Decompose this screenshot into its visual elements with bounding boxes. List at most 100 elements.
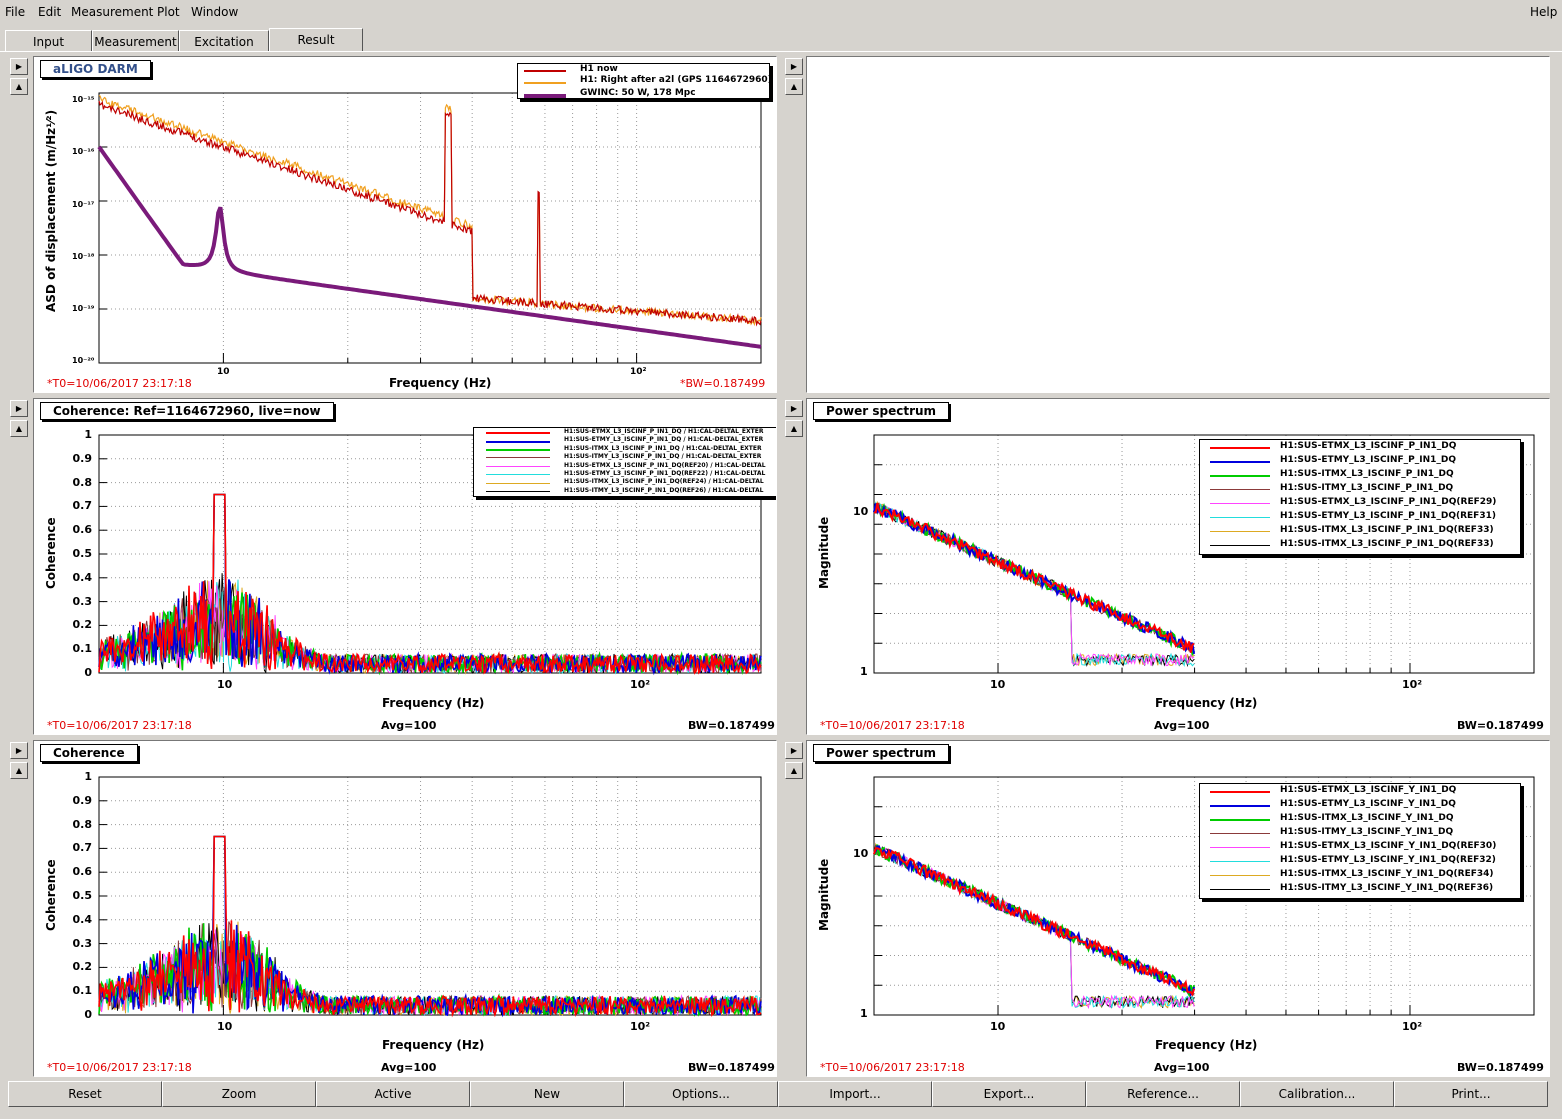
power-spectrum-yaw-panel[interactable]: Power spectrum H1:SUS-ETMX_L3_ISCINF_Y_I…: [806, 740, 1550, 1077]
legend-entry: H1:SUS-ETMY_L3_ISCINF_Y_IN1_DQ(REF32): [1280, 855, 1496, 865]
calibration-button[interactable]: Calibration...: [1240, 1081, 1394, 1107]
legend-entry: H1:SUS-ITMX_L3_ISCINF_P_IN1_DQ: [1280, 469, 1454, 479]
menu-plot[interactable]: Plot: [157, 5, 180, 19]
avg-label: Avg=100: [1154, 719, 1210, 732]
zoom-button[interactable]: Zoom: [162, 1081, 316, 1107]
legend-entry: H1:SUS-ETMY_L3_ISCINF_P_IN1_DQ(REF22) / …: [564, 469, 766, 477]
legend-entry: H1:SUS-ETMX_L3_ISCINF_P_IN1_DQ(REF20) / …: [564, 461, 766, 469]
pad-scroll-right-button[interactable]: ▶: [785, 400, 803, 417]
y-axis-label: ASD of displacement (m/Hz¹⁄²): [44, 109, 58, 312]
legend-entry: H1 now: [580, 64, 618, 74]
y-tick-label: 0.9: [72, 793, 93, 807]
legend-entry: H1:SUS-ITMX_L3_ISCINF_Y_IN1_DQ(REF34): [1280, 869, 1494, 879]
legend-entry: GWINC: 50 W, 178 Mpc: [580, 88, 696, 98]
x-axis-label: Frequency (Hz): [382, 1038, 485, 1052]
pad-scroll-up-button[interactable]: ▲: [785, 762, 803, 779]
menu-help[interactable]: Help: [1530, 5, 1557, 19]
plot-title: Power spectrum: [813, 402, 950, 420]
reset-button[interactable]: Reset: [8, 1081, 162, 1107]
y-tick-label: 0.3: [72, 936, 93, 950]
pad-scroll-right-button[interactable]: ▶: [785, 58, 803, 75]
pad-scroll-up-button[interactable]: ▲: [10, 420, 28, 437]
coherence-yaw-canvas: [98, 776, 762, 1018]
x-tick-label: 10: [990, 1020, 1006, 1033]
legend-entry: H1:SUS-ITMY_L3_ISCINF_Y_IN1_DQ: [1280, 827, 1454, 837]
empty-plot-panel[interactable]: [806, 56, 1550, 393]
legend-entry: H1: Right after a2l (GPS 1164672960): [580, 75, 770, 85]
bw-label: BW=0.187499: [1457, 719, 1544, 732]
reference-a2l-trace: [98, 94, 762, 327]
options-button[interactable]: Options...: [624, 1081, 778, 1107]
pad-scroll-right-button[interactable]: ▶: [10, 58, 28, 75]
x-axis-label: Frequency (Hz): [1155, 1038, 1258, 1052]
tab-excitation[interactable]: Excitation: [179, 30, 269, 52]
legend-entry: H1:SUS-ETMX_L3_ISCINF_P_IN1_DQ(REF29): [1280, 497, 1497, 507]
x-tick-label: 10: [217, 1020, 233, 1033]
pad-scroll-right-button[interactable]: ▶: [785, 742, 803, 759]
y-tick-label: 10⁻¹⁹: [72, 304, 95, 313]
y-tick-label: 1: [860, 1007, 868, 1020]
tab-result[interactable]: Result: [269, 28, 363, 52]
y-tick-label: 10⁻¹⁸: [72, 252, 95, 261]
coherence-pitch-panel[interactable]: Coherence: Ref=1164672960, live=now H1:S…: [33, 398, 777, 735]
legend-entry: H1:SUS-ETMX_L3_ISCINF_Y_IN1_DQ(REF30): [1280, 841, 1497, 851]
pad-scroll-right-button[interactable]: ▶: [10, 400, 28, 417]
menu-edit[interactable]: Edit: [38, 5, 61, 19]
y-tick-label: 0.6: [72, 523, 93, 537]
legend-entry: H1:SUS-ITMY_L3_ISCINF_P_IN1_DQ: [1280, 483, 1454, 493]
legend-entry: H1:SUS-ITMX_L3_ISCINF_P_IN1_DQ(REF24) / …: [564, 478, 764, 486]
x-tick-label: 10²: [630, 367, 647, 377]
bw-label: BW=0.187499: [688, 719, 775, 732]
new-button[interactable]: New: [470, 1081, 624, 1107]
y-tick-label: 0.4: [72, 912, 93, 926]
power-spectrum-pitch-legend: H1:SUS-ETMX_L3_ISCINF_P_IN1_DQ H1:SUS-ET…: [1199, 439, 1521, 555]
t0-label: *T0=10/06/2017 23:17:18: [820, 719, 965, 732]
bottom-toolbar: Reset Zoom Active New Options... Import.…: [0, 1081, 1562, 1108]
tab-measurement[interactable]: Measurement: [92, 30, 179, 52]
active-button[interactable]: Active: [316, 1081, 470, 1107]
y-tick-label: 0.4: [72, 570, 93, 584]
y-tick-label: 10⁻¹⁷: [72, 200, 95, 209]
y-tick-label: 1: [84, 428, 92, 441]
legend-entry: H1:SUS-ETMX_L3_ISCINF_P_IN1_DQ: [1280, 441, 1457, 451]
y-tick-label: 0.7: [72, 499, 93, 513]
t0-label: *T0=10/06/2017 23:17:18: [47, 377, 192, 390]
legend-entry: H1:SUS-ETMX_L3_ISCINF_P_IN1_DQ / H1:CAL-…: [564, 428, 764, 435]
y-tick-label: 0.9: [72, 451, 93, 465]
power-spectrum-pitch-panel[interactable]: Power spectrum H1:SUS-ETMX_L3_ISCINF_P_I…: [806, 398, 1550, 735]
legend-entry: H1:SUS-ETMY_L3_ISCINF_P_IN1_DQ / H1:CAL-…: [564, 436, 764, 444]
coherence-yaw-panel[interactable]: Coherence Coherence Frequency (Hz) *T0=1…: [33, 740, 777, 1077]
legend-entry: H1:SUS-ITMX_L3_ISCINF_P_IN1_DQ(REF33): [1280, 539, 1494, 549]
y-tick-label: 10⁻¹⁵: [72, 95, 95, 104]
pad-scroll-up-button[interactable]: ▲: [10, 78, 28, 95]
menu-file[interactable]: File: [5, 5, 25, 19]
print-button[interactable]: Print...: [1394, 1081, 1548, 1107]
reference-button[interactable]: Reference...: [1086, 1081, 1240, 1107]
pad-scroll-up-button[interactable]: ▲: [785, 420, 803, 437]
y-tick-label: 0.5: [72, 889, 93, 902]
darm-plot-panel[interactable]: aLIGO DARM H1 now H1: Right after a2l (G…: [33, 56, 777, 393]
import-button[interactable]: Import...: [778, 1081, 932, 1107]
plot-title: Coherence: Ref=1164672960, live=now: [40, 402, 334, 420]
x-axis-label: Frequency (Hz): [1155, 696, 1258, 710]
menu-window[interactable]: Window: [191, 5, 238, 19]
legend-entry: H1:SUS-ITMX_L3_ISCINF_Y_IN1_DQ: [1280, 813, 1454, 823]
menu-measurement[interactable]: Measurement: [71, 5, 153, 19]
y-axis-label: Magnitude: [817, 516, 831, 589]
tab-input[interactable]: Input: [5, 30, 92, 52]
gwinc-trace: [97, 145, 762, 349]
pad-scroll-up-button[interactable]: ▲: [785, 78, 803, 95]
y-tick-label: 10⁻²⁰: [72, 356, 95, 365]
y-axis-label: Coherence: [44, 859, 58, 931]
pad-scroll-up-button[interactable]: ▲: [10, 762, 28, 779]
y-tick-label: 0.3: [72, 594, 93, 608]
y-tick-label: 0.7: [72, 841, 93, 855]
legend-entry: H1:SUS-ITMY_L3_ISCINF_P_IN1_DQ(REF26) / …: [564, 486, 764, 494]
x-tick-label: 10: [990, 678, 1006, 691]
x-tick-label: 10²: [1402, 678, 1423, 691]
y-tick-label: 1: [84, 770, 92, 783]
export-button[interactable]: Export...: [932, 1081, 1086, 1107]
menubar: File Edit Measurement Plot Window Help: [0, 0, 1562, 26]
avg-label: Avg=100: [381, 1061, 437, 1074]
pad-scroll-right-button[interactable]: ▶: [10, 742, 28, 759]
